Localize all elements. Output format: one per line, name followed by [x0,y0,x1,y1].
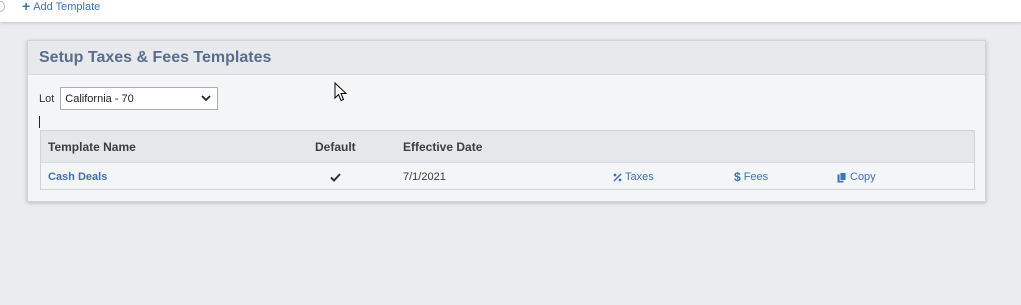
percent-icon [613,172,622,182]
taxes-link[interactable]: Taxes [613,163,654,191]
add-template-label: Add Template [33,0,101,13]
copy-icon [837,171,847,182]
templates-table: Template Name Default Effective Date Cas… [40,130,975,190]
table-header: Template Name Default Effective Date [41,131,974,163]
header-effective-date[interactable]: Effective Date [403,131,482,162]
template-name-link[interactable]: Cash Deals [48,163,107,191]
header-default[interactable]: Default [315,131,356,162]
table-row: Cash Deals 7/1/2021 Taxes $ Fees Copy [41,163,974,191]
effective-date-value: 7/1/2021 [403,171,446,183]
copy-link[interactable]: Copy [837,163,876,191]
text-caret [39,116,40,128]
panel-title: Setup Taxes & Fees Templates [28,41,985,75]
lot-select[interactable]: California - 70 [60,87,219,110]
add-template-link[interactable]: + Add Template [22,0,100,13]
plus-icon: + [22,0,31,14]
lot-selected-value: California - 70 [65,92,134,105]
checkmark-icon [330,163,341,191]
lot-label: Lot [39,92,55,105]
fees-label: Fees [743,171,769,183]
mouse-pointer-icon [334,82,348,102]
taxes-label: Taxes [625,171,654,183]
header-template-name[interactable]: Template Name [48,131,136,162]
chevron-down-icon [201,95,211,102]
top-toolbar: + Add Template [0,0,1021,22]
dollar-icon: $ [734,170,741,184]
edge-circle-icon [0,1,5,12]
lot-filter: Lot California - 70 [39,87,219,110]
taxes-fees-templates-panel: Setup Taxes & Fees Templates Lot Califor… [27,40,986,202]
copy-label: Copy [850,171,876,183]
fees-link[interactable]: $ Fees [734,163,768,191]
